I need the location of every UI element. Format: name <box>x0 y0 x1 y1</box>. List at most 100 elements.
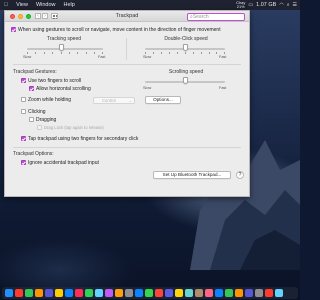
scrolling-speed-max: Fast <box>219 86 227 90</box>
dock-app-icon[interactable] <box>105 289 113 297</box>
dragging-label: Dragging <box>36 117 57 123</box>
close-button[interactable] <box>10 13 15 19</box>
double-click-speed-slider[interactable] <box>182 44 188 51</box>
tracking-speed-ticks <box>27 52 103 55</box>
dock-app-icon[interactable] <box>245 289 253 297</box>
zoom-button[interactable] <box>26 13 31 19</box>
zoom-while-holding-option[interactable]: Zoom while holding <box>21 97 71 103</box>
tracking-speed-slider[interactable] <box>58 44 64 51</box>
double-click-speed-ticks <box>145 52 225 55</box>
dock-app-icon[interactable] <box>45 289 53 297</box>
trackpad-preferences-window: ‹ › Trackpad ⌕ When using gestures to sc… <box>4 10 250 197</box>
select-arrow-icon: ⌄ <box>128 97 132 103</box>
tap-secondary-option[interactable]: Tap trackpad using two fingers for secon… <box>21 136 138 142</box>
section-divider <box>13 64 241 65</box>
natural-scroll-label: When using gestures to scroll or navigat… <box>18 27 221 33</box>
slider-divider <box>126 38 127 60</box>
dock-app-icon[interactable] <box>145 289 153 297</box>
ignore-accidental-checkbox[interactable] <box>21 160 26 166</box>
dock-app-icon[interactable] <box>5 289 13 297</box>
apple-menu-icon[interactable]:  <box>0 2 12 8</box>
dock-app-icon[interactable] <box>265 289 273 297</box>
scrolling-speed-label: Scrolling speed <box>168 69 204 75</box>
search-icon[interactable]: ⌕ <box>287 2 290 8</box>
bluetooth-trackpad-button[interactable]: Set Up Bluetooth Trackpad... <box>153 171 231 179</box>
dock-app-icon[interactable] <box>25 289 33 297</box>
dock-app-icon[interactable] <box>155 289 163 297</box>
dock-app-icon[interactable] <box>55 289 63 297</box>
two-finger-scroll-checkbox[interactable] <box>21 78 26 84</box>
tracking-speed-min: Slow <box>23 55 32 59</box>
zoom-modifier-value: Control <box>102 97 116 103</box>
zoom-modifier-select: ⌄ Control <box>93 96 135 104</box>
trackpad-options-heading: Trackpad Options: <box>13 151 54 157</box>
drag-lock-option: Drag Lock (tap again to release) <box>37 125 104 131</box>
dock-app-icon[interactable] <box>195 289 203 297</box>
back-button[interactable]: ‹ <box>35 13 41 19</box>
memory-indicator[interactable]: 1.07 GB <box>256 2 276 8</box>
clicking-label: Clicking <box>28 109 46 115</box>
double-click-speed-min: Slow <box>143 55 152 59</box>
dock-app-icon[interactable] <box>35 289 43 297</box>
dock-app-icon[interactable] <box>205 289 213 297</box>
show-all-grid-icon[interactable] <box>51 13 58 19</box>
double-click-speed-label: Double-Click speed <box>164 36 208 42</box>
battery-status[interactable]: Chạy 21% <box>236 1 245 9</box>
ignore-accidental-label: Ignore accidental trackpad input <box>28 160 99 166</box>
dock-app-icon[interactable] <box>255 289 263 297</box>
dock-app-icon[interactable] <box>65 289 73 297</box>
dock-app-icon[interactable] <box>125 289 133 297</box>
natural-scroll-checkbox[interactable] <box>11 27 16 33</box>
clicking-option[interactable]: Clicking <box>21 109 46 115</box>
options-button[interactable]: Options... <box>145 96 181 104</box>
gestures-heading: Trackpad Gestures: <box>13 69 57 75</box>
drag-lock-label: Drag Lock (tap again to release) <box>44 125 104 130</box>
dock-app-icon[interactable] <box>15 289 23 297</box>
two-finger-scroll-label: Use two fingers to scroll <box>28 78 82 84</box>
dock-app-icon[interactable] <box>185 289 193 297</box>
horizontal-scrolling-option[interactable]: Allow horizontal scrolling <box>29 86 91 92</box>
dock-app-icon[interactable] <box>75 289 83 297</box>
menu-view[interactable]: View <box>12 2 32 8</box>
scrolling-speed-slider[interactable] <box>182 77 188 84</box>
dock-app-icon[interactable] <box>165 289 173 297</box>
tap-secondary-label: Tap trackpad using two fingers for secon… <box>28 136 139 142</box>
dock-app-icon[interactable] <box>225 289 233 297</box>
drag-lock-checkbox <box>37 125 42 131</box>
battery-icon[interactable]: ▭ <box>248 2 253 8</box>
dock-app-icon[interactable] <box>95 289 103 297</box>
tracking-speed-label: Tracking speed <box>47 36 81 42</box>
clicking-checkbox[interactable] <box>21 109 26 115</box>
dock-app-icon[interactable] <box>135 289 143 297</box>
dock-app-icon[interactable] <box>215 289 223 297</box>
dragging-option[interactable]: Dragging <box>29 117 56 123</box>
dock-app-icon[interactable] <box>85 289 93 297</box>
title-bar: ‹ › Trackpad ⌕ <box>5 11 249 22</box>
dock-app-icon[interactable] <box>175 289 183 297</box>
menu-help[interactable]: Help <box>60 2 79 8</box>
tracking-speed-track[interactable] <box>27 48 103 50</box>
minimize-button[interactable] <box>18 13 23 19</box>
help-button[interactable]: ? <box>236 171 244 179</box>
menu-window[interactable]: Window <box>32 2 60 8</box>
tracking-speed-max: Fast <box>98 55 106 59</box>
control-center-icon[interactable]: ☰ <box>293 2 297 8</box>
wifi-icon[interactable]: ◠ <box>279 2 283 8</box>
natural-scroll-option[interactable]: When using gestures to scroll or navigat… <box>11 27 221 33</box>
search-input[interactable] <box>192 13 241 20</box>
search-field[interactable]: ⌕ <box>187 12 245 21</box>
menu-bar:  View Window Help Chạy 21% ▭ 1.07 GB ◠ … <box>0 0 300 10</box>
dock-app-icon[interactable] <box>235 289 243 297</box>
dock-app-icon[interactable] <box>275 289 283 297</box>
horizontal-scrolling-checkbox[interactable] <box>29 86 34 92</box>
section-divider <box>13 147 241 148</box>
double-click-speed-max: Fast <box>219 55 227 59</box>
dragging-checkbox[interactable] <box>29 117 34 123</box>
tap-secondary-checkbox[interactable] <box>21 136 26 142</box>
ignore-accidental-option[interactable]: Ignore accidental trackpad input <box>21 160 99 166</box>
zoom-while-holding-checkbox[interactable] <box>21 97 26 103</box>
two-finger-scroll-option[interactable]: Use two fingers to scroll <box>21 78 81 84</box>
horizontal-scrolling-label: Allow horizontal scrolling <box>36 86 91 92</box>
forward-button[interactable]: › <box>42 13 48 19</box>
dock-app-icon[interactable] <box>115 289 123 297</box>
